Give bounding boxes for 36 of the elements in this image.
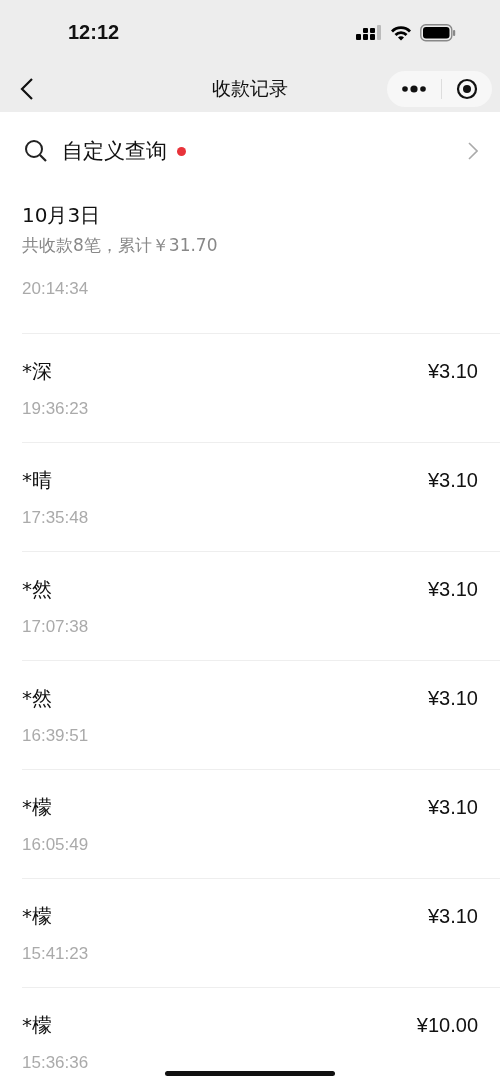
payment-time: 20:14:34: [22, 279, 90, 299]
page-title: 收款记录: [211, 75, 289, 101]
payer-name: *深: [22, 357, 52, 385]
payment-amount: ¥3.10: [427, 904, 478, 928]
payment-time: 16:39:51: [22, 725, 90, 746]
payment-amount: ¥3.10: [427, 686, 478, 710]
payer-name: *檬: [22, 1011, 52, 1039]
payment-amount: ¥3.10: [427, 795, 478, 819]
wifi-icon: [390, 24, 412, 41]
day-summary: 共收款8笔，累计￥31.70: [22, 234, 219, 257]
custom-query-row[interactable]: 自定义查询: [0, 112, 500, 190]
more-icon[interactable]: [401, 84, 427, 93]
date-heading: 10月3日: [22, 202, 102, 228]
search-icon: [24, 139, 48, 163]
payment-time: 17:35:48: [22, 507, 90, 528]
payment-time: 19:36:23: [22, 398, 90, 419]
payer-name: *檬: [22, 793, 52, 821]
payment-time: 15:41:23: [22, 943, 90, 964]
payment-amount: ¥3.10: [427, 468, 478, 492]
payment-time: 15:36:36: [22, 1052, 90, 1073]
payer-name: *檬: [22, 902, 52, 930]
payment-amount: ¥3.10: [427, 577, 478, 601]
payment-amount: ¥10.00: [416, 1013, 478, 1037]
payment-amount: ¥3.10: [427, 359, 478, 383]
payer-name: *然: [22, 684, 52, 712]
custom-query-label: 自定义查询: [62, 138, 167, 165]
payment-time: 16:05:49: [22, 834, 90, 855]
status-time: 12:12: [68, 21, 120, 44]
payer-name: *然: [22, 575, 52, 603]
payment-time: 17:07:38: [22, 616, 90, 637]
close-icon[interactable]: [456, 77, 478, 100]
payer-name: *晴: [22, 466, 52, 494]
back-icon[interactable]: [20, 76, 34, 101]
battery-icon: [420, 23, 456, 42]
chevron-right-icon: [468, 142, 478, 160]
signal-icon: [356, 24, 382, 41]
